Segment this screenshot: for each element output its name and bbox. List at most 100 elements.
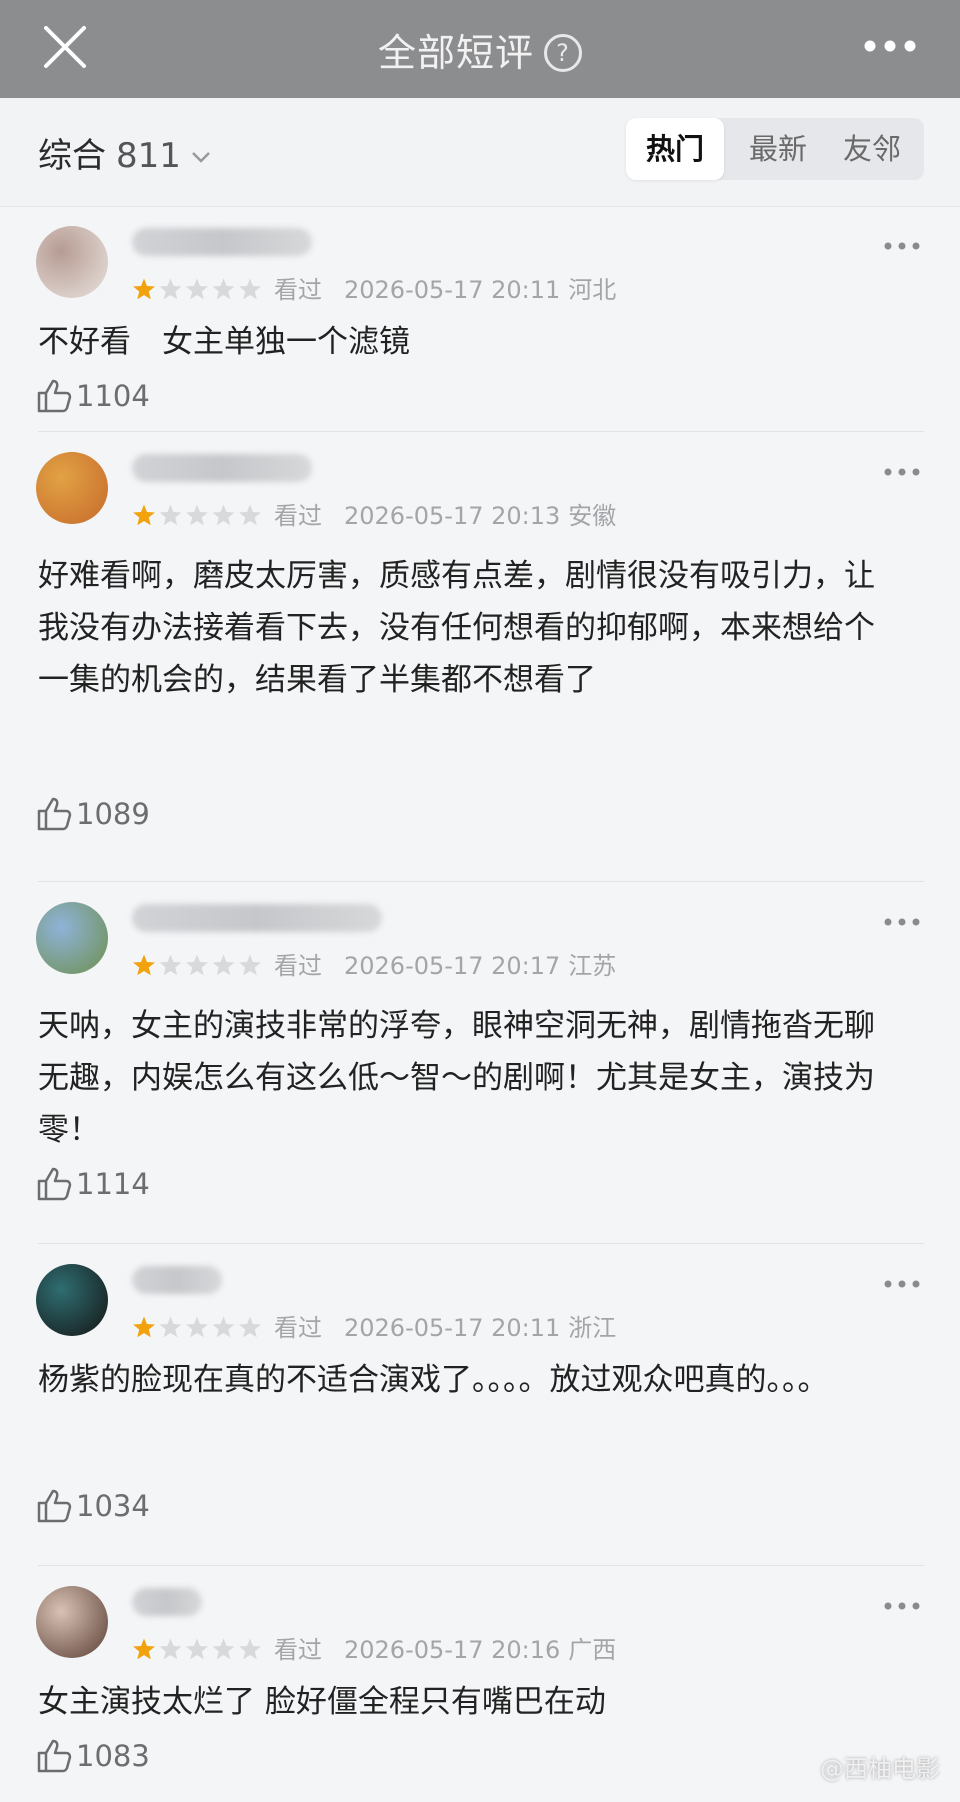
review-location: 江苏 <box>568 952 617 980</box>
review-text: 杨紫的脸现在真的不适合演戏了。。。。放过观众吧真的。。。 <box>38 1362 829 1398</box>
username-blurred <box>132 454 312 482</box>
review-meta: 看过 2026-05-17 20:17 江苏 <box>132 946 616 981</box>
star-empty-icon <box>186 1316 208 1338</box>
star-filled-icon <box>133 504 155 526</box>
username-blurred <box>132 1266 222 1294</box>
watch-status: 看过 <box>274 1314 322 1342</box>
star-empty-icon <box>212 1638 235 1660</box>
thumbs-up-icon <box>37 1489 72 1523</box>
page-title: 全部短评? <box>0 22 960 77</box>
review-date: 2026-05-17 20:13 <box>344 502 561 530</box>
review-item: 看过 2026-05-17 20:13 安徽 好难看啊，磨皮太厉害，质感有点差，剧情… <box>0 432 960 882</box>
star-filled-icon <box>133 954 155 976</box>
review-item: 看过 2026-05-17 20:11 河北 不好看 女主单独一个滤镜 1104 <box>0 206 960 432</box>
tab-friends[interactable]: 友邻 <box>824 118 920 180</box>
tab-latest[interactable]: 最新 <box>730 118 826 180</box>
page-title-text: 全部短评 <box>377 31 534 75</box>
review-text: 不好看 女主单独一个滤镜 <box>38 324 410 360</box>
avatar[interactable] <box>36 1264 108 1336</box>
review-date: 2026-05-17 20:17 <box>344 952 561 980</box>
thumbs-up-icon <box>37 797 72 831</box>
avatar[interactable] <box>36 1586 108 1658</box>
tab-hot[interactable]: 热门 <box>626 118 724 180</box>
review-location: 广西 <box>568 1636 617 1664</box>
review-meta: 看过 2026-05-17 20:13 安徽 <box>132 496 616 531</box>
watch-status: 看过 <box>274 1636 322 1664</box>
rating-stars <box>133 1638 261 1660</box>
like-button[interactable]: 1104 <box>36 378 150 414</box>
star-empty-icon <box>186 1638 208 1660</box>
thumbs-up-icon <box>37 379 72 413</box>
review-meta: 看过 2026-05-17 20:16 广西 <box>132 1630 616 1665</box>
review-text: 天呐，女主的演技非常的浮夸，眼神空洞无神，剧情拖沓无聊无趣，内娱怎么有这么低～智… <box>38 1008 875 1148</box>
filter-bar: 综合 811 热门 最新 友邻 <box>0 98 960 207</box>
review-item: 看过 2026-05-17 20:11 浙江 杨紫的脸现在真的不适合演戏了。。。。放… <box>0 1244 960 1566</box>
username-blurred <box>132 1588 202 1616</box>
star-empty-icon <box>212 504 235 526</box>
star-filled-icon <box>133 278 155 300</box>
watch-status: 看过 <box>274 276 322 304</box>
review-item: 看过 2026-05-17 20:17 江苏 天呐，女主的演技非常的浮夸，眼神空洞无… <box>0 882 960 1244</box>
star-empty-icon <box>239 1316 261 1338</box>
rating-stars <box>133 1316 261 1338</box>
watch-status: 看过 <box>274 502 322 530</box>
star-empty-icon <box>239 504 261 526</box>
star-empty-icon <box>186 954 208 976</box>
sort-dropdown[interactable]: 综合 811 <box>38 128 211 177</box>
avatar[interactable] <box>36 452 108 524</box>
rating-stars <box>133 504 261 526</box>
sort-tabs: 热门 最新 友邻 <box>626 118 924 180</box>
review-item: 看过 2026-05-17 20:16 广西 女主演技太烂了 脸好僵全程只有嘴巴在动… <box>0 1566 960 1802</box>
like-button[interactable]: 1034 <box>36 1488 150 1524</box>
review-text: 好难看啊，磨皮太厉害，质感有点差，剧情很没有吸引力，让我没有办法接着看下去，没有… <box>38 558 875 698</box>
review-location: 安徽 <box>568 502 617 530</box>
like-button[interactable]: 1089 <box>36 796 150 832</box>
review-count: 811 <box>116 136 181 176</box>
review-date: 2026-05-17 20:16 <box>344 1636 561 1664</box>
like-count: 1089 <box>76 797 150 831</box>
like-count: 1104 <box>76 379 150 413</box>
more-icon[interactable] <box>884 242 920 250</box>
more-options-icon[interactable] <box>864 40 916 52</box>
review-location: 浙江 <box>568 1314 617 1342</box>
more-icon[interactable] <box>884 468 920 476</box>
username-blurred <box>132 904 382 932</box>
star-empty-icon <box>186 278 208 300</box>
review-date: 2026-05-17 20:11 <box>344 1314 561 1342</box>
star-empty-icon <box>212 278 235 300</box>
like-count: 1114 <box>76 1167 150 1201</box>
more-icon[interactable] <box>884 1280 920 1288</box>
avatar[interactable] <box>36 226 108 298</box>
top-bar: 全部短评? <box>0 0 960 98</box>
star-empty-icon <box>239 1638 261 1660</box>
review-text: 女主演技太烂了 脸好僵全程只有嘴巴在动 <box>38 1684 606 1720</box>
rating-stars <box>133 278 261 300</box>
star-empty-icon <box>212 954 235 976</box>
watch-status: 看过 <box>274 952 322 980</box>
thumbs-up-icon <box>37 1167 72 1201</box>
username-blurred <box>132 228 312 256</box>
like-count: 1083 <box>76 1739 150 1773</box>
like-button[interactable]: 1083 <box>36 1738 150 1774</box>
review-location: 河北 <box>568 276 617 304</box>
star-empty-icon <box>159 954 182 976</box>
star-empty-icon <box>159 1316 182 1338</box>
avatar[interactable] <box>36 902 108 974</box>
star-empty-icon <box>239 278 261 300</box>
sort-label: 综合 <box>38 136 106 176</box>
review-date: 2026-05-17 20:11 <box>344 276 561 304</box>
review-meta: 看过 2026-05-17 20:11 河北 <box>132 270 616 305</box>
more-icon[interactable] <box>884 1602 920 1610</box>
question-circle-icon[interactable]: ? <box>544 34 582 72</box>
star-empty-icon <box>159 504 182 526</box>
star-empty-icon <box>159 1638 182 1660</box>
star-empty-icon <box>212 1316 235 1338</box>
thumbs-up-icon <box>37 1739 72 1773</box>
more-icon[interactable] <box>884 918 920 926</box>
like-button[interactable]: 1114 <box>36 1166 150 1202</box>
star-empty-icon <box>239 954 261 976</box>
rating-stars <box>133 954 261 976</box>
chevron-down-icon <box>192 152 210 163</box>
watermark: @西柚电影 <box>820 1755 940 1783</box>
like-count: 1034 <box>76 1489 150 1523</box>
